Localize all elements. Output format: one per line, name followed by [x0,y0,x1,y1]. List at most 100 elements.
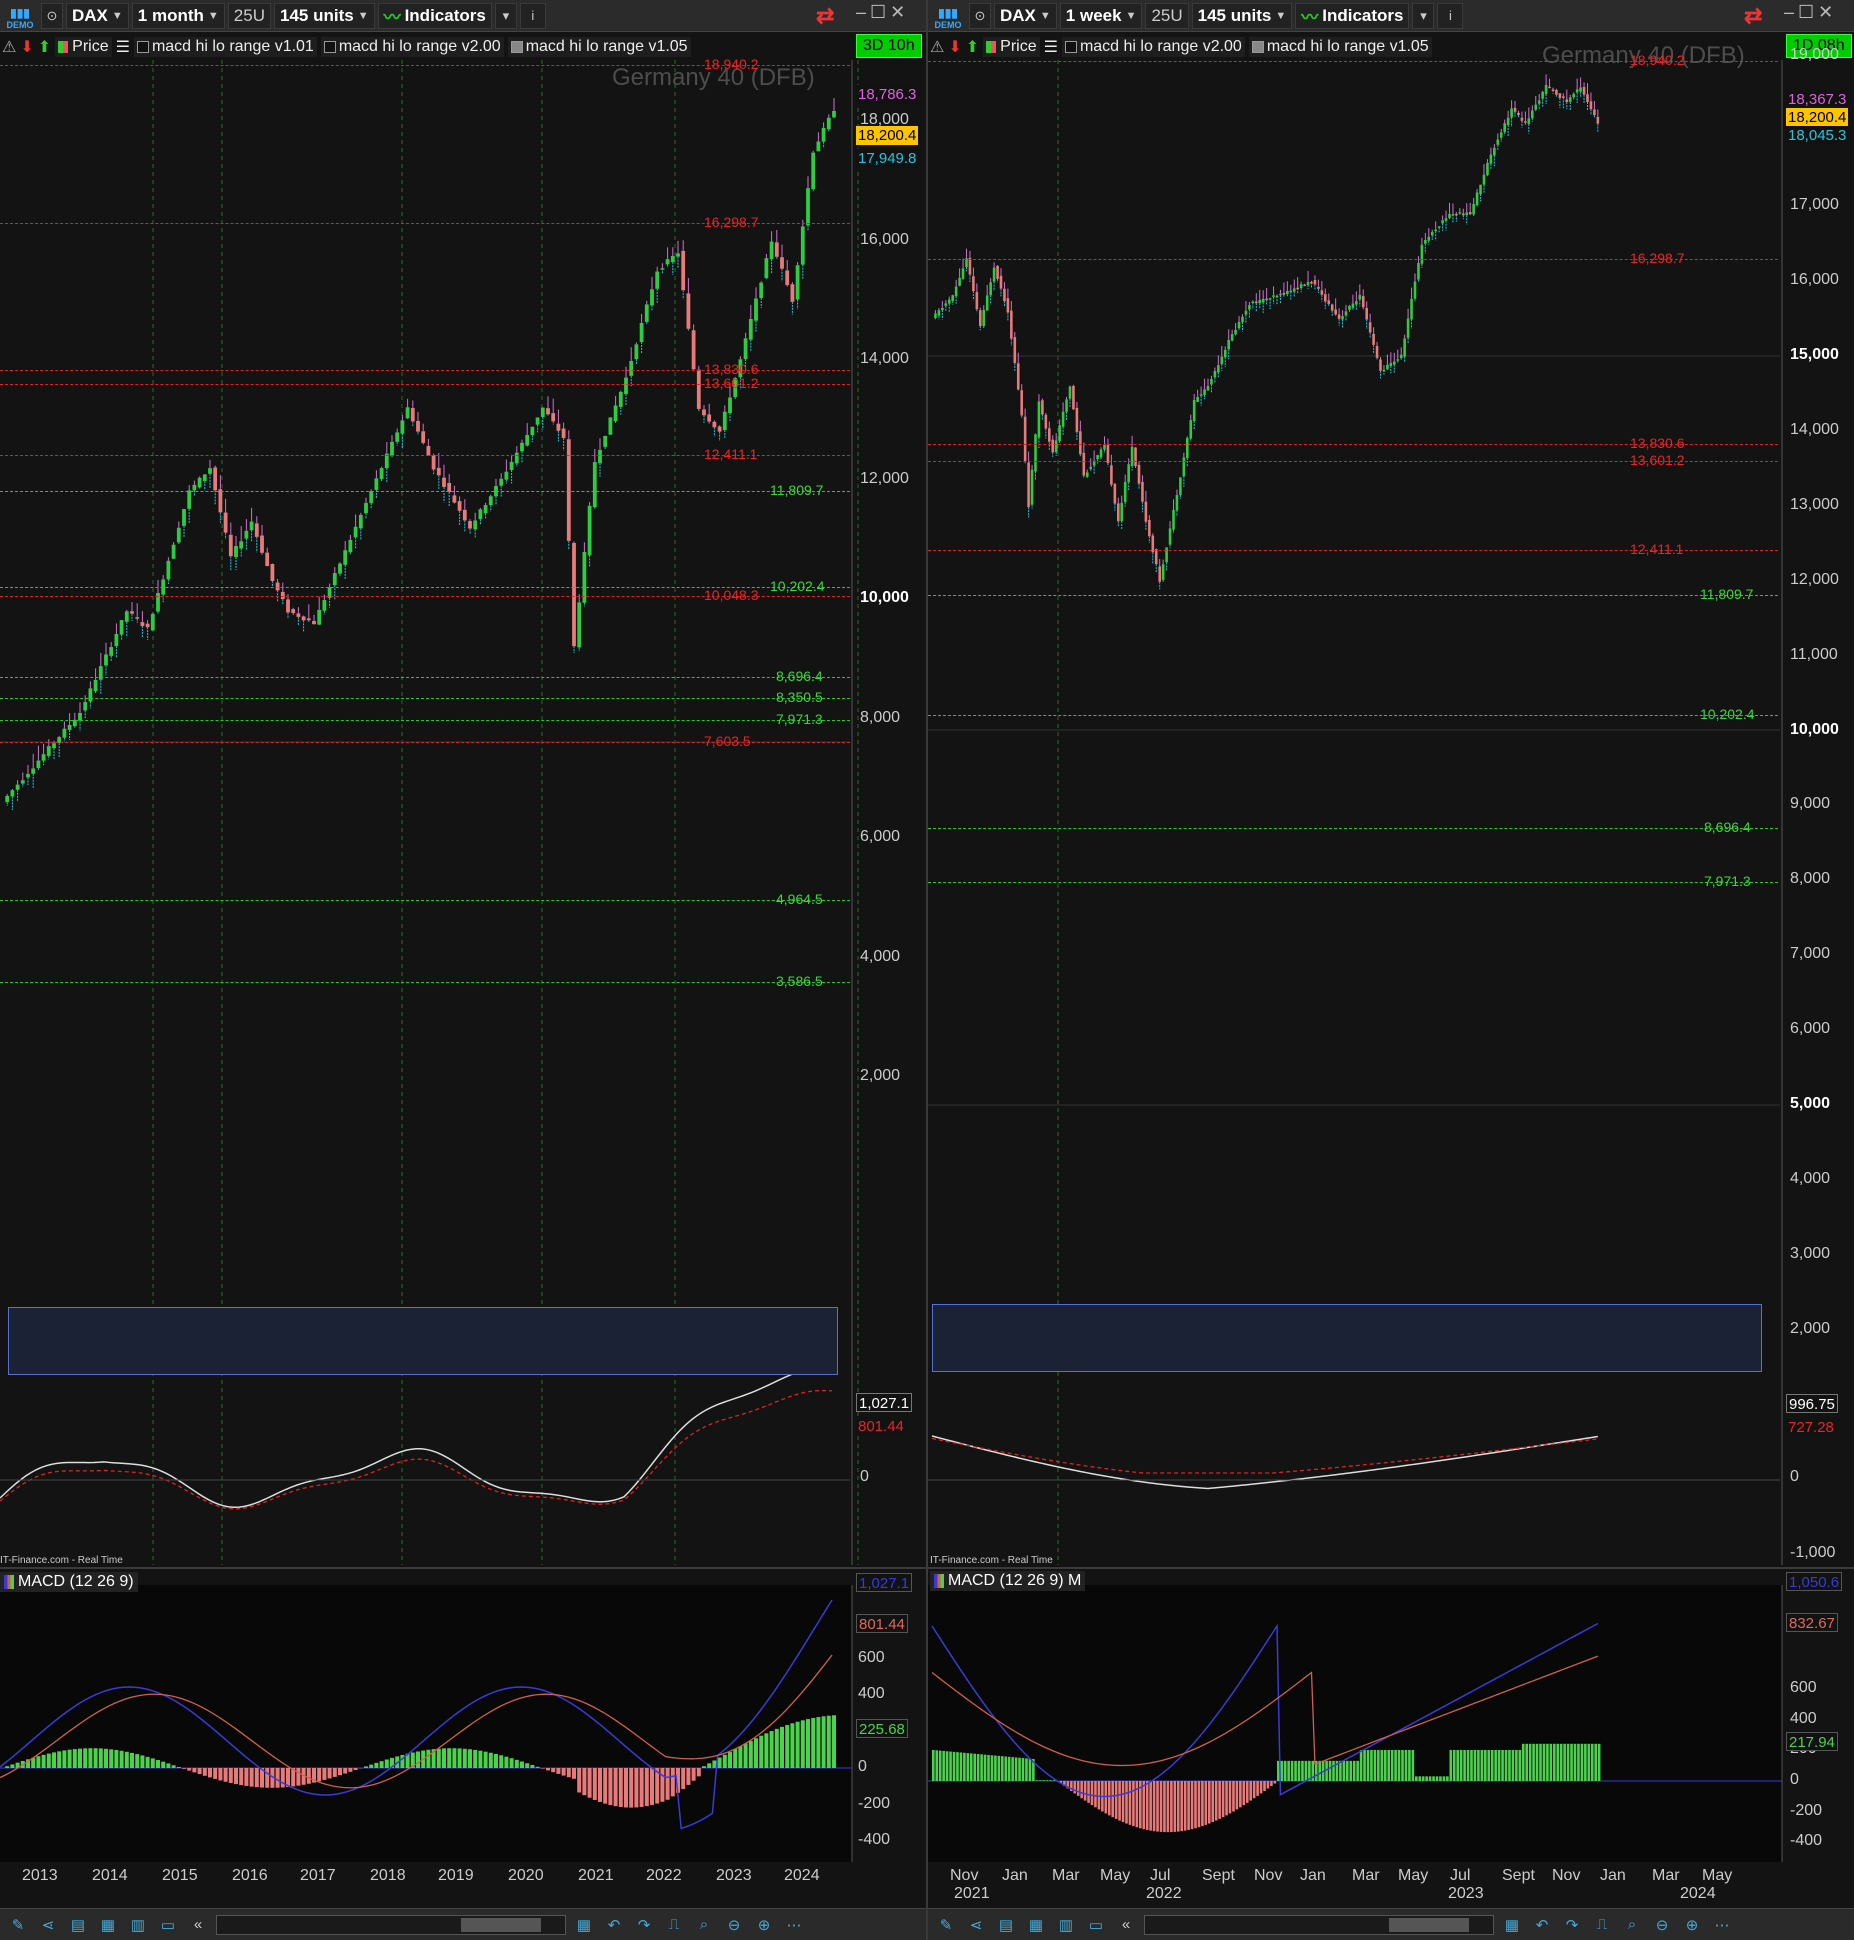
calendar-icon[interactable]: ▦ [572,1914,596,1936]
macd-histogram-bar [702,1766,706,1768]
pencil-icon[interactable]: ✎ [934,1914,958,1936]
candle [374,478,379,490]
layout-icon[interactable]: ▤ [66,1914,90,1936]
rewind-icon[interactable]: « [1114,1914,1138,1936]
candle [934,313,937,319]
zoom-fit-icon[interactable]: ⌕ [1620,1914,1644,1936]
zoom-in-icon[interactable]: ⊕ [1680,1914,1704,1936]
macd-histogram-bar [535,1766,540,1768]
macd-histogram-bar [1208,1781,1211,1824]
chart-pane-weekly[interactable]: ▮▮▮ DEMO ⊙ DAX ▼ 1 week ▼ 25U 145 units ▼ 〰 I… [928,0,1854,1940]
undo-icon[interactable]: ↶ [1530,1914,1554,1936]
screen-icon[interactable]: ▭ [1084,1914,1108,1936]
macd-label[interactable]: MACD (12 26 9) M [930,1571,1086,1591]
macd-histogram-bar [208,1768,212,1778]
macd-histogram-bar [57,1751,62,1768]
redo-icon[interactable]: ↷ [632,1914,656,1936]
candle [1496,139,1500,145]
candle [1472,203,1475,215]
candle [1586,94,1589,103]
level-line[interactable] [0,720,850,722]
level-label: 18,940.2 [1630,51,1685,68]
macd-histogram-bar [478,1750,483,1768]
grid-icon[interactable]: ▥ [1054,1914,1078,1936]
level-label: 8,696.4 [1704,819,1751,836]
panel-separator[interactable] [928,1567,1854,1569]
chart-scrollbar[interactable] [1144,1914,1494,1935]
chart-type-icon[interactable]: ⎍ [1590,1914,1614,1936]
zoom-out-icon[interactable]: ⊖ [722,1914,746,1936]
level-line[interactable] [928,715,1778,717]
macd-histogram-bar [5,1766,10,1768]
level-line[interactable] [0,697,850,699]
macd-histogram-bar [1339,1760,1342,1781]
chart-pane-monthly[interactable]: ▮▮▮ DEMO ⊙ DAX ▼ 1 month ▼ 25U 145 units ▼ 〰… [0,0,926,1940]
time-axis-label: Nov [950,1867,979,1884]
macd-histogram-bar [436,1748,441,1768]
pencil-icon[interactable]: ✎ [6,1914,30,1936]
level-line[interactable] [0,490,850,492]
candle [1555,89,1558,95]
macd-histogram-bar [1594,1743,1597,1781]
macd-histogram-bar [93,1748,98,1768]
macd-histogram-bar [728,1751,732,1768]
macd-histogram-bar [987,1754,990,1781]
redo-icon[interactable]: ↷ [1560,1914,1584,1936]
zoom-in-icon[interactable]: ⊕ [752,1914,776,1936]
chart-scrollbar[interactable] [216,1914,566,1935]
selection-box[interactable] [932,1304,1762,1372]
level-line[interactable] [0,676,850,678]
macd-histogram-bar [1245,1781,1249,1803]
document-icon[interactable]: ▦ [96,1914,120,1936]
candle [975,291,979,310]
candle [790,284,795,302]
screen-icon[interactable]: ▭ [156,1914,180,1936]
bottom-toolbar: ✎ ⋖ ▤ ▦ ▥ ▭ « ▦ ↶ ↷ ⎍ ⌕ ⊖ ⊕ ⋯ [928,1908,1854,1940]
level-line[interactable] [928,882,1778,884]
calendar-icon[interactable]: ▦ [1500,1914,1524,1936]
layout-icon[interactable]: ▤ [994,1914,1018,1936]
candles-count-icon[interactable]: ⋯ [782,1914,806,1936]
macd-histogram-bar [546,1768,550,1771]
candle [832,110,836,118]
macd-histogram-bar [530,1765,535,1768]
price-chart[interactable] [928,0,1854,1905]
zoom-fit-icon[interactable]: ⌕ [692,1914,716,1936]
candle [676,253,680,257]
candle [1306,281,1310,286]
share-icon[interactable]: ⋖ [36,1914,60,1936]
undo-icon[interactable]: ↶ [602,1914,626,1936]
scrollbar-thumb[interactable] [461,1917,541,1932]
level-line[interactable] [928,594,1778,596]
candle [1279,293,1282,296]
candle [520,442,524,452]
candle [989,282,992,296]
level-line[interactable] [0,899,850,901]
document-icon[interactable]: ▦ [1024,1914,1048,1936]
macd-label[interactable]: MACD (12 26 9) [0,1572,138,1592]
macd-histogram-bar [1283,1760,1287,1781]
macd-histogram-bar [942,1750,945,1781]
share-icon[interactable]: ⋖ [964,1914,988,1936]
candle [1013,337,1017,363]
rewind-icon[interactable]: « [186,1914,210,1936]
macd-histogram-bar [566,1768,571,1778]
macd-histogram-bar [603,1768,608,1804]
level-line[interactable] [0,982,850,984]
scrollbar-thumb[interactable] [1389,1917,1469,1932]
price-axis-label: 6,000 [1790,1020,1831,1038]
candle [286,599,290,613]
candles-count-icon[interactable]: ⋯ [1710,1914,1734,1936]
level-line[interactable] [928,828,1778,830]
candle [1275,295,1279,298]
grid-icon[interactable]: ▥ [126,1914,150,1936]
selection-box[interactable] [8,1307,838,1375]
macd-histogram-bar [1007,1756,1011,1781]
zoom-out-icon[interactable]: ⊖ [1650,1914,1674,1936]
chart-type-icon[interactable]: ⎍ [662,1914,686,1936]
macd-histogram-bar [488,1752,493,1768]
panel-separator[interactable] [0,1567,926,1569]
candle [358,514,363,529]
price-chart[interactable] [0,0,926,1905]
macd-histogram-bar [223,1768,228,1782]
